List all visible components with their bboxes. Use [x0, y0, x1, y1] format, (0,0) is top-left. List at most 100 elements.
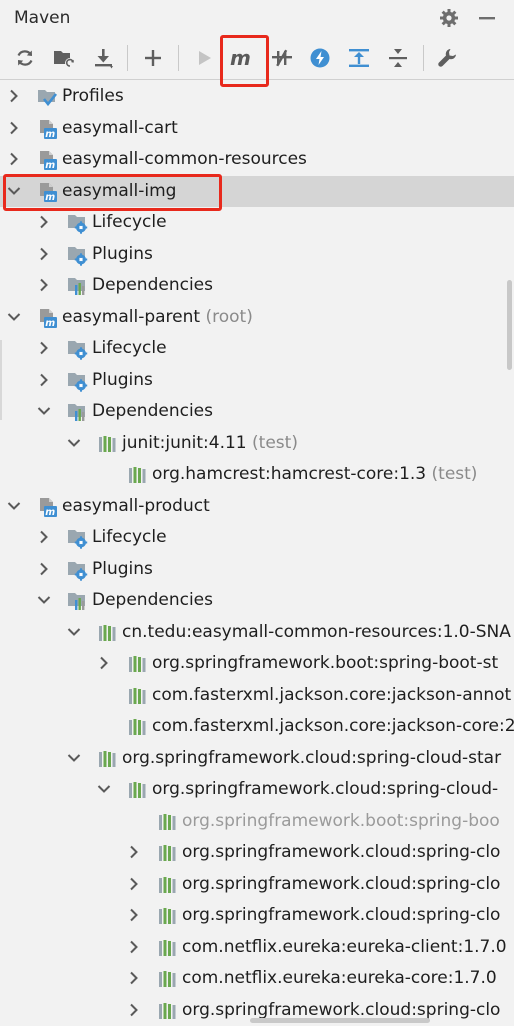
chevron-right-icon[interactable] — [126, 844, 142, 860]
tree-node-row[interactable]: org.springframework.cloud:spring-clo — [0, 837, 514, 868]
tree-node-row[interactable]: org.springframework.cloud:spring-cloud-s… — [0, 743, 514, 774]
add-maven-project-button[interactable] — [139, 43, 167, 73]
chevron-down-icon[interactable] — [6, 309, 22, 325]
chevron-right-icon[interactable] — [6, 120, 22, 136]
tree-node-label: junit:junit:4.11 (test) — [122, 433, 298, 454]
folder-refresh-icon — [54, 51, 75, 68]
lifecycle-folder-icon — [66, 212, 88, 234]
library-icon — [156, 905, 178, 927]
tree-node-text: org.springframework.cloud:spring-clo — [182, 873, 501, 894]
tree-module-row[interactable]: m easymall-product — [0, 491, 514, 522]
chevron-right-icon[interactable] — [6, 151, 22, 167]
chevron-down-icon[interactable] — [66, 750, 82, 766]
chevron-right-icon[interactable] — [96, 655, 112, 671]
chevron-right-icon[interactable] — [36, 340, 52, 356]
chevron-right-icon[interactable] — [36, 214, 52, 230]
run-button[interactable] — [190, 43, 218, 73]
tree-node-row[interactable]: Dependencies — [0, 270, 514, 301]
show-dependencies-button[interactable] — [345, 43, 373, 73]
tree-node-text: Plugins — [92, 369, 153, 390]
toggle-offline-mode-button[interactable] — [268, 43, 296, 73]
chevron-right-icon[interactable] — [126, 970, 142, 986]
tree-node-label: org.springframework.cloud:spring-clo — [182, 905, 500, 926]
tree-node-row[interactable]: com.fasterxml.jackson.core:jackson-core:… — [0, 711, 514, 742]
tree-node-scope: (test) — [426, 464, 478, 484]
dependencies-folder-icon — [66, 275, 88, 297]
tree-node-row[interactable]: Plugins — [0, 239, 514, 270]
tree-node-row[interactable]: Lifecycle — [0, 207, 514, 238]
chevron-down-icon[interactable] — [36, 403, 52, 419]
tree-node-label: easymall-product — [62, 496, 210, 517]
maven-module-icon: m — [36, 496, 58, 518]
tree-node-row[interactable]: org.springframework.cloud:spring-cloud- — [0, 774, 514, 805]
maven-toolbar: m — [0, 37, 514, 80]
tree-node-row[interactable]: com.netflix.eureka:eureka-core:1.7.0 — [0, 963, 514, 994]
tree-node-row[interactable]: Dependencies — [0, 396, 514, 427]
library-icon — [96, 622, 118, 644]
tree-node-row[interactable]: org.hamcrest:hamcrest-core:1.3 (test) — [0, 459, 514, 490]
chevron-right-icon[interactable] — [36, 277, 52, 293]
reload-all-button[interactable] — [11, 43, 39, 73]
tree-node-row[interactable]: Dependencies — [0, 585, 514, 616]
plus-icon — [145, 50, 161, 66]
chevron-right-icon[interactable] — [36, 372, 52, 388]
tree-node-row[interactable]: com.netflix.eureka:eureka-client:1.7.0 — [0, 932, 514, 963]
tree-module-row[interactable]: Profiles — [0, 81, 514, 112]
tree-node-row[interactable]: org.springframework.cloud:spring-clo — [0, 869, 514, 900]
tree-node-text: junit:junit:4.11 — [122, 432, 247, 453]
tree-node-row[interactable]: com.fasterxml.jackson.core:jackson-annot — [0, 680, 514, 711]
tree-node-row[interactable]: cn.tedu:easymall-common-resources:1.0-SN… — [0, 617, 514, 648]
tree-node-row[interactable]: junit:junit:4.11 (test) — [0, 428, 514, 459]
chevron-down-icon[interactable] — [66, 624, 82, 640]
execute-maven-goal-button[interactable]: m — [227, 43, 255, 73]
tree-node-row[interactable]: Lifecycle — [0, 333, 514, 364]
lifecycle-folder-icon — [66, 527, 88, 549]
dependencies-folder-icon — [66, 590, 88, 612]
tree-node-text: com.fasterxml.jackson.core:jackson-annot — [152, 684, 512, 705]
chevron-down-icon[interactable] — [66, 435, 82, 451]
chevron-right-icon[interactable] — [126, 876, 142, 892]
maven-m-icon: m — [230, 47, 251, 69]
chevron-down-icon[interactable] — [6, 183, 22, 199]
tree-node-label: org.springframework.cloud:spring-cloud-s… — [122, 748, 501, 769]
chevron-right-icon[interactable] — [6, 88, 22, 104]
profiles-icon — [36, 86, 58, 108]
skip-tests-button[interactable] — [306, 43, 334, 73]
tree-node-row[interactable]: org.springframework.cloud:spring-clo — [0, 900, 514, 931]
vertical-scrollbar[interactable] — [507, 280, 512, 370]
maven-settings-button[interactable] — [433, 43, 461, 73]
generate-sources-button[interactable] — [50, 43, 78, 73]
tree-module-row[interactable]: m easymall-cart — [0, 113, 514, 144]
library-icon — [156, 842, 178, 864]
tree-node-label: org.springframework.boot:spring-boo — [182, 811, 500, 832]
library-icon — [156, 1000, 178, 1022]
tree-module-row[interactable]: m easymall-common-resources — [0, 144, 514, 175]
svg-text:m: m — [45, 129, 55, 140]
tree-node-row[interactable]: org.springframework.boot:spring-boot-st — [0, 648, 514, 679]
minimize-icon[interactable] — [476, 7, 498, 29]
chevron-right-icon[interactable] — [126, 907, 142, 923]
collapse-all-button[interactable] — [384, 43, 412, 73]
tree-node-row[interactable]: Plugins — [0, 554, 514, 585]
tree-node-row[interactable]: Plugins — [0, 365, 514, 396]
tree-node-text: Profiles — [62, 86, 124, 106]
library-icon — [156, 811, 178, 833]
horizontal-scrollbar[interactable] — [250, 1018, 430, 1023]
tree-node-row[interactable]: Lifecycle — [0, 522, 514, 553]
chevron-right-icon[interactable] — [36, 246, 52, 262]
chevron-right-icon[interactable] — [126, 939, 142, 955]
download-sources-button[interactable] — [90, 43, 118, 73]
tree-module-row[interactable]: m easymall-img — [0, 175, 514, 207]
chevron-right-icon[interactable] — [36, 529, 52, 545]
lifecycle-folder-icon — [66, 559, 88, 581]
tree-node-text: org.springframework.boot:spring-boo — [182, 810, 500, 831]
tree-module-row[interactable]: m easymall-parent (root) — [0, 302, 514, 333]
gear-icon[interactable] — [438, 7, 460, 29]
chevron-right-icon[interactable] — [36, 561, 52, 577]
chevron-down-icon[interactable] — [96, 781, 112, 797]
chevron-down-icon[interactable] — [6, 498, 22, 514]
chevron-down-icon[interactable] — [36, 592, 52, 608]
chevron-right-icon[interactable] — [126, 1002, 142, 1018]
tree-node-text: easymall-common-resources — [62, 149, 307, 169]
tree-node-row[interactable]: org.springframework.boot:spring-boo — [0, 806, 514, 837]
